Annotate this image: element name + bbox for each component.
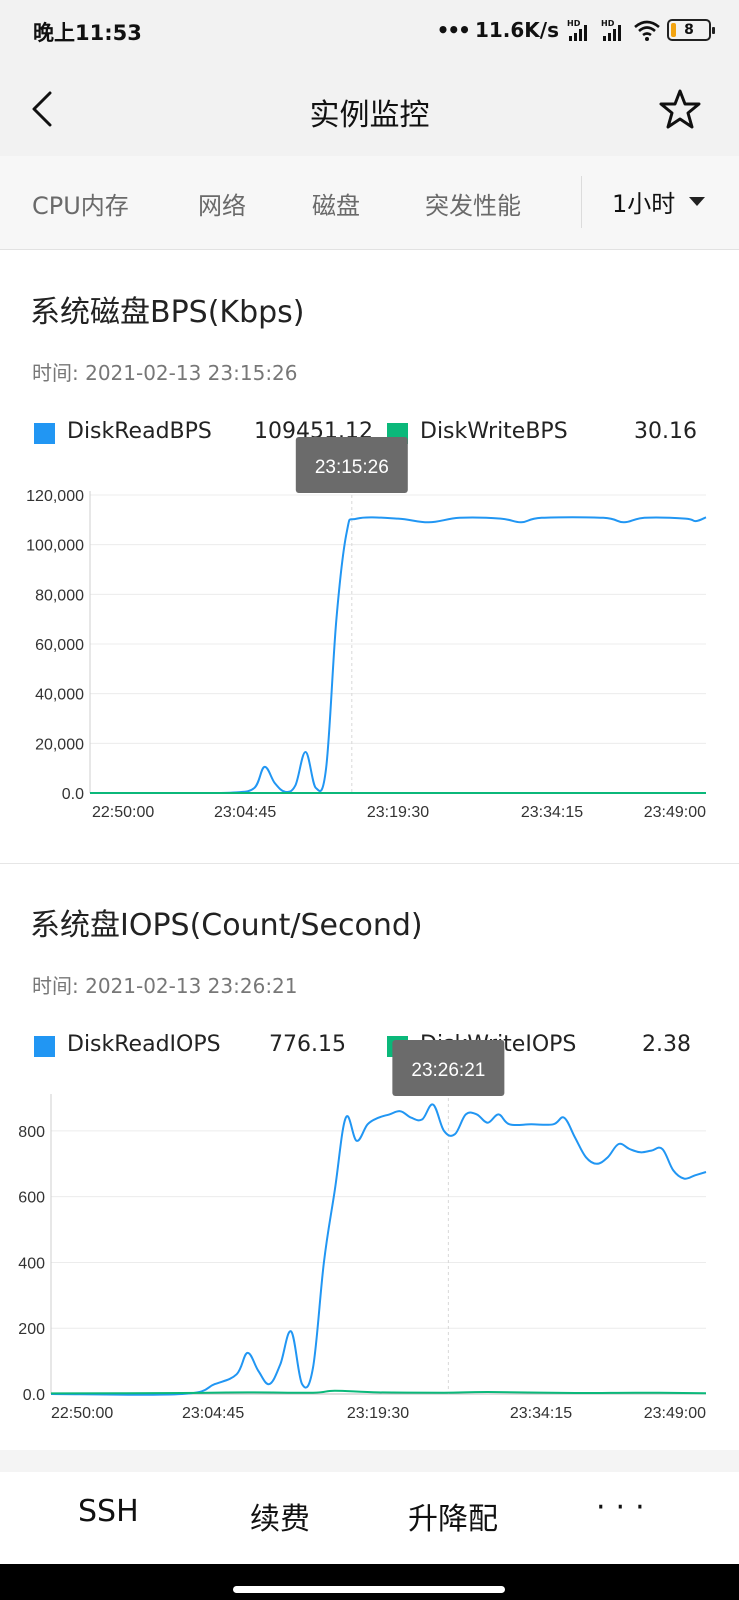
signal-icon: HD [601,19,621,41]
x-tick-label: 23:04:45 [182,1405,244,1422]
app-header: 实例监控 [0,62,739,156]
more-button[interactable]: ··· [596,1490,655,1525]
tab-divider [581,176,582,228]
y-tick-label: 20,000 [35,736,84,753]
disk-iops-card: 系统盘IOPS(Count/Second) 时间: 2021-02-13 23:… [0,864,739,1450]
x-tick-label: 22:50:00 [92,804,154,821]
y-tick-label: 100,000 [26,538,84,555]
tooltip-text: 23:15:26 [315,457,389,478]
net-speed: 11.6K/s [474,18,559,42]
battery-level: 8 [684,22,694,38]
wifi-icon [634,20,660,41]
legend-label-read: DiskReadIOPS [67,1032,221,1057]
y-tick-label: 400 [18,1255,45,1272]
disk-iops-chart[interactable]: 800 600 400 200 0.0 22:50:00 23:04:45 23:19:30 2… [0,1040,739,1436]
y-tick-label: 40,000 [35,687,84,704]
svg-text:HD: HD [567,19,581,28]
disk-bps-card: 系统磁盘BPS(Kbps) 时间: 2021-02-13 23:15:26 Di… [0,251,739,863]
series-line-DiskReadBPS [89,516,707,795]
tab-network[interactable]: 网络 [198,186,246,221]
star-outline-icon [659,89,701,129]
renew-button[interactable]: 续费 [250,1494,310,1538]
y-tick-label: 800 [18,1124,45,1141]
chart-time-label: 时间: 2021-02-13 23:26:21 [32,974,298,998]
resize-button[interactable]: 升降配 [408,1494,498,1538]
series-line-DiskWriteIOPS [50,1389,707,1395]
x-tick-label: 22:50:00 [51,1405,113,1422]
tab-cpu-memory[interactable]: CPU内存 [32,186,129,221]
time-range-select[interactable]: 1小时 [612,184,706,219]
tab-burst-performance[interactable]: 突发性能 [425,186,521,221]
svg-text:HD: HD [601,19,615,28]
bottom-spacer [0,1450,739,1472]
x-tick-label: 23:19:30 [347,1405,409,1422]
legend-label-read: DiskReadBPS [67,419,212,444]
disk-bps-chart[interactable]: 120,000 100,000 80,000 60,000 40,000 20,000 0.… [0,437,739,821]
home-indicator[interactable] [233,1586,505,1593]
chart-title: 系统磁盘BPS(Kbps) [30,295,305,330]
system-nav-bar [0,1564,739,1600]
x-tick-label: 23:34:15 [510,1405,572,1422]
x-tick-label: 23:19:30 [367,804,429,821]
favorite-button[interactable] [655,84,705,134]
battery-icon: 8 [667,19,715,41]
dots-icon: ••• [436,18,471,42]
x-tick-label: 23:49:00 [644,1405,706,1422]
signal-icon: HD [567,19,587,41]
caret-down-icon [689,197,706,206]
page-title: 实例监控 [309,98,430,133]
legend-value-write: 2.38 [642,1032,691,1057]
y-tick-label: 80,000 [35,587,84,604]
metric-tabs: CPU内存 网络 磁盘 突发性能 1小时 [0,156,739,250]
tooltip-text: 23:26:21 [411,1060,485,1081]
legend-swatch-read [34,423,55,444]
legend-label-write: DiskWriteBPS [420,419,568,444]
time-range-value: 1小时 [612,190,676,218]
legend-swatch-read [34,1036,55,1057]
chart-title: 系统盘IOPS(Count/Second) [30,908,423,943]
y-tick-label: 600 [18,1190,45,1207]
bottom-action-bar: SSH 续费 升降配 ··· [0,1472,739,1564]
x-tick-label: 23:49:00 [644,804,706,821]
y-tick-label: 0.0 [62,786,84,803]
legend-value-read: 776.15 [269,1032,346,1057]
ssh-button[interactable]: SSH [78,1494,139,1529]
status-icons: ••• 11.6K/s HD HD 8 [436,16,715,44]
tab-disk[interactable]: 磁盘 [312,186,360,221]
x-tick-label: 23:04:45 [214,804,276,821]
y-tick-label: 0.0 [23,1387,45,1404]
y-tick-label: 120,000 [26,488,84,505]
legend-value-write: 30.16 [634,419,697,444]
y-tick-label: 200 [18,1321,45,1338]
x-tick-label: 23:34:15 [521,804,583,821]
chart-legend: DiskReadIOPS 776.15 DiskWriteIOPS 2.38 [0,1032,739,1062]
series-line-DiskReadIOPS [50,1103,707,1396]
y-tick-label: 60,000 [35,637,84,654]
status-bar: 晚上11:53 ••• 11.6K/s HD HD 8 [0,0,739,62]
status-time: 晚上11:53 [33,21,142,45]
chart-time-label: 时间: 2021-02-13 23:15:26 [32,361,298,385]
